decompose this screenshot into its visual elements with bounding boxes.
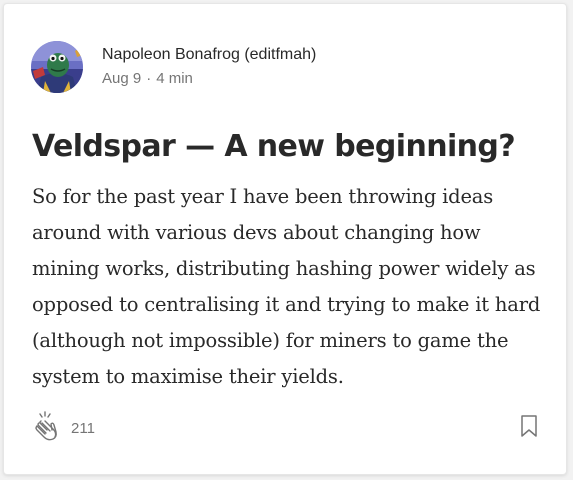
author-meta: Napoleon Bonafrog (editfmah) Aug 9 · 4 min bbox=[102, 44, 316, 90]
bookmark-button[interactable] bbox=[517, 414, 541, 442]
clap-area: 211 bbox=[30, 410, 95, 446]
post-title[interactable]: Veldspar — A new beginning? bbox=[32, 125, 552, 169]
post-card[interactable]: Napoleon Bonafrog (editfmah) Aug 9 · 4 min… bbox=[3, 3, 567, 475]
post-excerpt[interactable]: So for the past year I have been throwin… bbox=[32, 179, 552, 395]
read-time: 4 min bbox=[156, 70, 193, 87]
post-date: Aug 9 bbox=[102, 70, 142, 87]
post-subline: Aug 9 · 4 min bbox=[102, 68, 316, 90]
author-name[interactable]: Napoleon Bonafrog (editfmah) bbox=[102, 44, 316, 66]
meta-separator: · bbox=[146, 70, 152, 87]
clap-button[interactable] bbox=[30, 410, 64, 446]
author-avatar[interactable] bbox=[31, 41, 83, 93]
clap-icon bbox=[31, 409, 63, 448]
clap-count[interactable]: 211 bbox=[71, 420, 95, 437]
author-row: Napoleon Bonafrog (editfmah) Aug 9 · 4 min bbox=[31, 41, 316, 93]
bookmark-icon bbox=[520, 414, 538, 443]
